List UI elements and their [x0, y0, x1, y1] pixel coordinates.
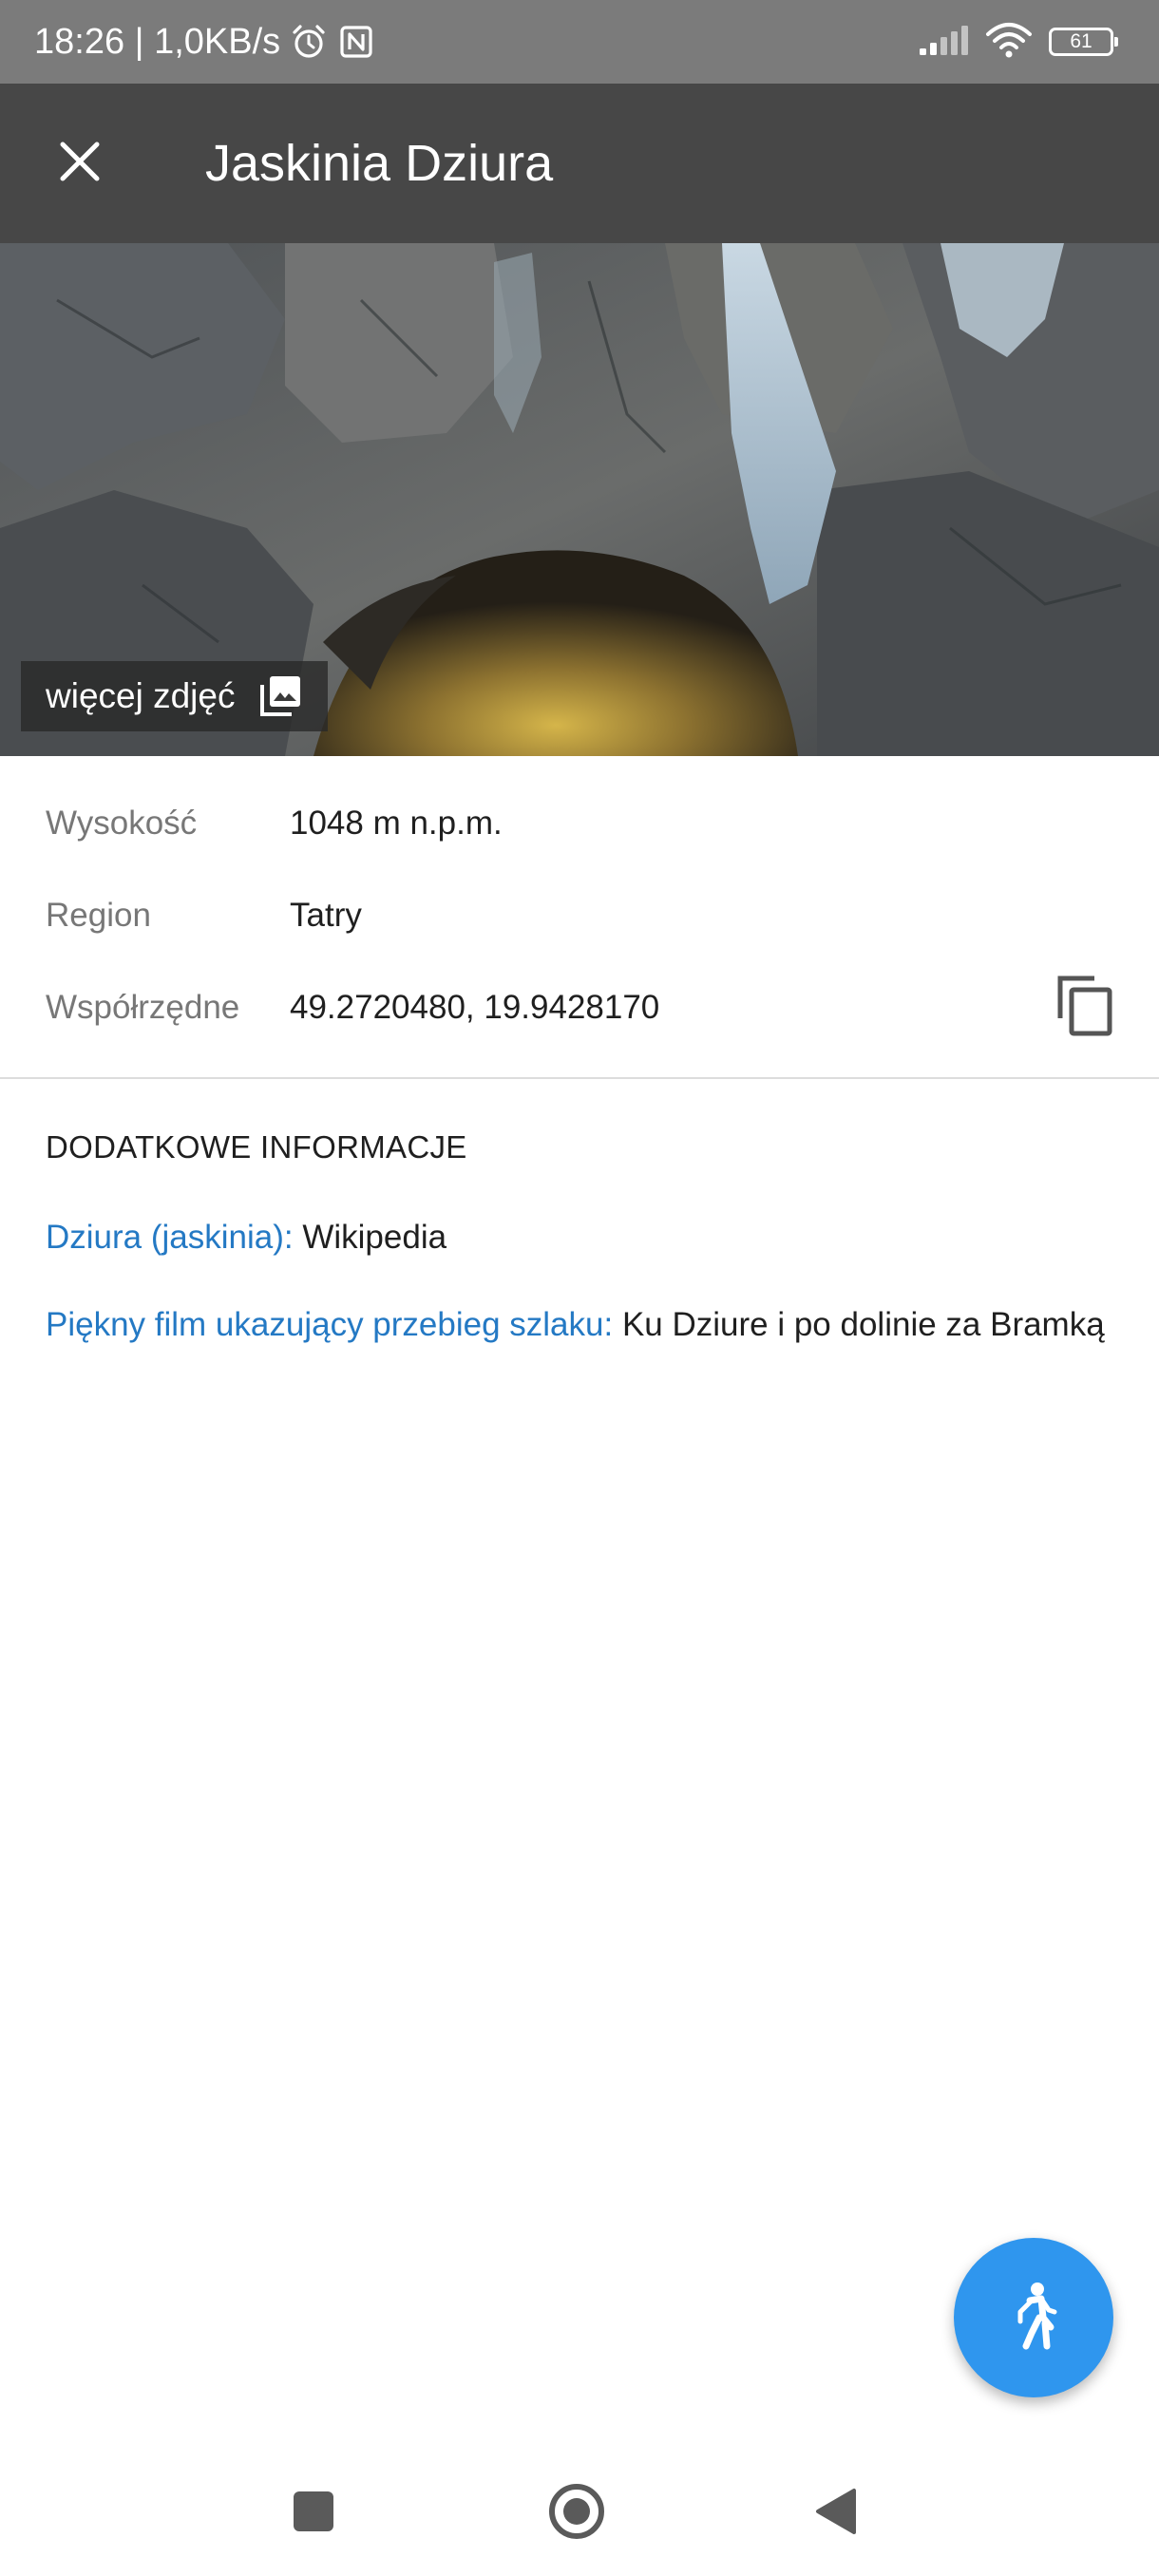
- status-left: 18:26 | 1,0KB/s: [34, 0, 375, 84]
- additional-info-section: DODATKOWE INFORMACJE Dziura (jaskinia): …: [46, 1128, 1110, 1347]
- close-button[interactable]: [40, 123, 120, 203]
- info-row-coordinates: Współrzędne 49.2720480, 19.9428170: [0, 961, 1159, 1053]
- hero-photo[interactable]: więcej zdjęć: [0, 243, 1159, 756]
- copy-icon: [1054, 973, 1115, 1042]
- recents-icon: [292, 2490, 335, 2538]
- wifi-icon: [984, 21, 1034, 64]
- back-button[interactable]: [798, 2475, 874, 2551]
- info-value: 49.2720480, 19.9428170: [290, 988, 660, 1026]
- info-label: Wysokość: [46, 804, 198, 842]
- more-photos-button[interactable]: więcej zdjęć: [21, 661, 329, 731]
- status-right: 61: [918, 0, 1118, 84]
- app-bar: Jaskinia Dziura: [0, 84, 1159, 243]
- home-icon: [547, 2482, 606, 2546]
- recents-button[interactable]: [276, 2475, 352, 2551]
- system-nav-bar: [0, 2451, 1159, 2576]
- photo-library-icon: [257, 673, 303, 719]
- home-button[interactable]: [539, 2475, 615, 2551]
- wikipedia-link[interactable]: Dziura (jaskinia):: [46, 1219, 294, 1256]
- walk-route-fab[interactable]: [954, 2238, 1113, 2397]
- battery-icon: 61: [1049, 28, 1118, 56]
- film-link[interactable]: Piękny film ukazujący przebieg szlaku:: [46, 1306, 613, 1343]
- info-row-region: Region Tatry: [0, 869, 1159, 961]
- copy-coordinates-button[interactable]: [1051, 974, 1119, 1042]
- nfc-icon: [337, 23, 375, 61]
- more-photos-label: więcej zdjęć: [46, 676, 236, 715]
- link-row-wikipedia: Dziura (jaskinia): Wikipedia: [46, 1216, 1110, 1260]
- section-title: DODATKOWE INFORMACJE: [46, 1129, 467, 1165]
- link-row-film: Piękny film ukazujący przebieg szlaku: K…: [46, 1303, 1110, 1347]
- status-bar: 18:26 | 1,0KB/s 61: [0, 0, 1159, 84]
- walk-icon: [1007, 2282, 1060, 2355]
- link-target-text: Wikipedia: [293, 1219, 447, 1256]
- info-row-elevation: Wysokość 1048 m n.p.m.: [0, 777, 1159, 869]
- status-time-speed: 18:26 | 1,0KB/s: [34, 21, 281, 62]
- signal-icon: [918, 24, 969, 61]
- info-label: Współrzędne: [46, 988, 240, 1026]
- back-icon: [814, 2487, 858, 2541]
- info-section: Wysokość 1048 m n.p.m. Region Tatry Wspó…: [0, 756, 1159, 1053]
- battery-level: 61: [1070, 30, 1092, 52]
- alarm-icon: [290, 23, 328, 61]
- info-value: 1048 m n.p.m.: [290, 804, 503, 842]
- close-icon: [57, 139, 103, 189]
- link-target-text: Ku Dziure i po dolinie za Bramką: [613, 1306, 1105, 1343]
- page-title: Jaskinia Dziura: [205, 135, 554, 192]
- info-label: Region: [46, 896, 151, 934]
- info-value: Tatry: [290, 896, 362, 934]
- divider: [0, 1077, 1159, 1079]
